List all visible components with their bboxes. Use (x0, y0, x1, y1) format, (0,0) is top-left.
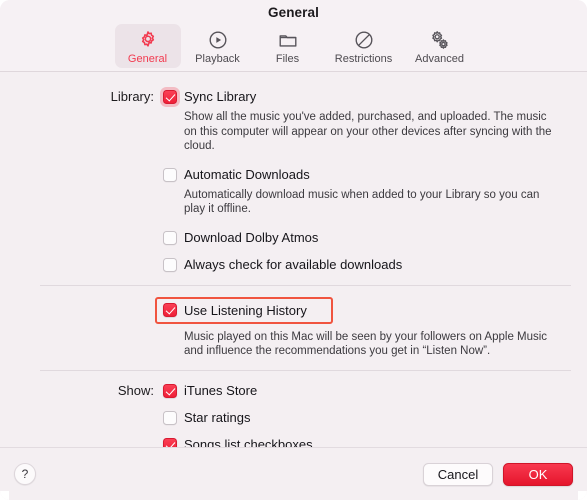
tab-advanced[interactable]: Advanced (407, 24, 473, 68)
gear-icon (137, 28, 159, 52)
show-section: Show: iTunes Store Star ratings Songs li… (0, 382, 587, 454)
download-dolby-atmos-checkbox[interactable] (163, 230, 177, 245)
listening-history-section: Use Listening History Music played on th… (0, 296, 587, 359)
no-entry-icon (353, 28, 375, 52)
star-ratings-checkbox[interactable] (163, 410, 177, 425)
download-dolby-atmos-row[interactable]: Download Dolby Atmos (163, 229, 573, 247)
dialog-footer: ? Cancel OK (0, 447, 587, 500)
library-section: Library: Sync Library Show all the music… (0, 88, 587, 274)
sync-library-description: Show all the music you've added, purchas… (184, 111, 552, 152)
help-button[interactable]: ? (14, 463, 36, 485)
use-listening-history-description: Music played on this Mac will be seen by… (184, 330, 548, 358)
cancel-button[interactable]: Cancel (423, 462, 493, 486)
automatic-downloads-row[interactable]: Automatic Downloads (163, 166, 573, 184)
tab-restrictions-label: Restrictions (334, 53, 393, 65)
corner-right (578, 491, 587, 500)
divider-lower (40, 369, 571, 371)
ok-button[interactable]: OK (503, 462, 573, 486)
always-check-downloads-row[interactable]: Always check for available downloads (163, 256, 573, 274)
tab-playback[interactable]: Playback (185, 24, 251, 68)
show-label: Show: (117, 382, 154, 398)
use-listening-history-checkbox[interactable] (163, 303, 177, 317)
star-ratings-label: Star ratings (184, 409, 251, 425)
sync-library-checkbox[interactable] (163, 90, 177, 104)
automatic-downloads-label: Automatic Downloads (184, 166, 310, 182)
download-dolby-atmos-label: Download Dolby Atmos (184, 229, 319, 245)
corner-left (0, 491, 9, 500)
tab-files[interactable]: Files (255, 24, 321, 68)
tab-advanced-label: Advanced (415, 53, 464, 65)
itunes-store-row[interactable]: iTunes Store (163, 382, 573, 400)
play-circle-icon (207, 28, 229, 52)
gears-icon (428, 28, 451, 52)
tab-playback-label: Playback (195, 53, 240, 65)
itunes-store-checkbox[interactable] (163, 383, 177, 398)
use-listening-history-label: Use Listening History (184, 302, 307, 318)
tab-files-label: Files (275, 53, 300, 65)
tab-restrictions[interactable]: Restrictions (325, 24, 403, 68)
divider-upper (40, 284, 571, 286)
always-check-downloads-label: Always check for available downloads (184, 256, 403, 272)
always-check-downloads-checkbox[interactable] (163, 257, 177, 272)
star-ratings-row[interactable]: Star ratings (163, 409, 573, 427)
tab-general[interactable]: General (114, 24, 181, 68)
window-title: General (268, 5, 319, 20)
preferences-toolbar: General Playback Files Restrictions Adva… (0, 24, 587, 68)
preferences-content: Library: Sync Library Show all the music… (0, 72, 587, 487)
library-label: Library: (110, 89, 154, 104)
tab-general-label: General (127, 53, 168, 65)
music-preferences-window: General General Playback Files Restricti… (0, 0, 587, 500)
folder-icon (277, 28, 299, 52)
use-listening-history-highlight[interactable]: Use Listening History (155, 296, 333, 324)
sync-library-label: Sync Library (184, 89, 257, 104)
automatic-downloads-checkbox[interactable] (163, 167, 177, 182)
automatic-downloads-description: Automatically download music when added … (184, 188, 540, 216)
itunes-store-label: iTunes Store (184, 382, 258, 398)
titlebar: General General Playback Files Restricti… (0, 0, 587, 72)
sync-library-row[interactable]: Sync Library (163, 88, 573, 106)
